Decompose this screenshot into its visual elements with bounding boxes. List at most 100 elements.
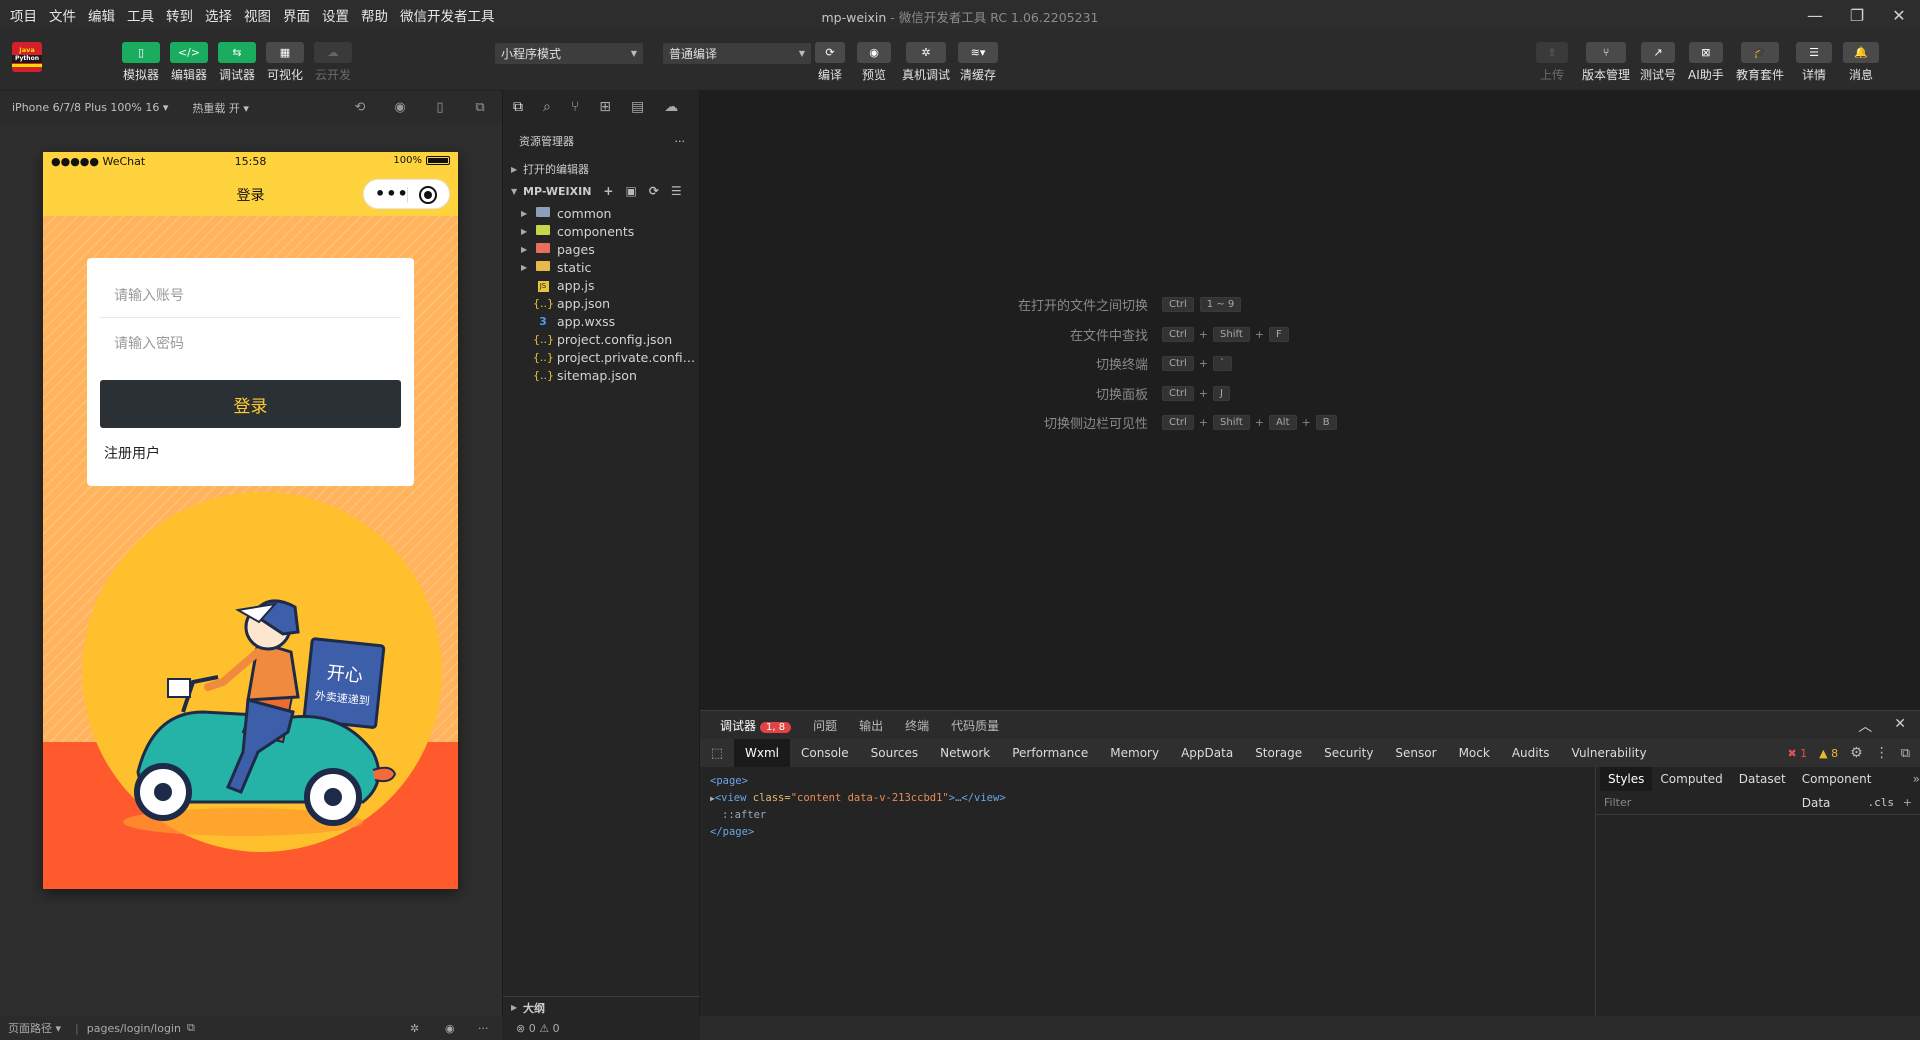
devtools-tab[interactable]: Memory xyxy=(1099,739,1170,767)
cls-button[interactable]: .cls xyxy=(1868,796,1895,809)
styles-tab[interactable]: Computed xyxy=(1652,767,1730,791)
devtools-tab[interactable]: Console xyxy=(790,739,860,767)
project-section[interactable]: ▼ MP-WEIXIN + ▣ ⟳ ☰ xyxy=(503,180,701,202)
devtools-tab[interactable]: Network xyxy=(929,739,1001,767)
styles-tab[interactable]: Component Data xyxy=(1794,767,1907,810)
debugger-button[interactable]: ⇆ 调试器 xyxy=(218,42,256,83)
menu-item[interactable]: 设置 xyxy=(322,5,349,25)
devtools-tab[interactable]: Wxml xyxy=(734,739,790,767)
devtools-tab[interactable]: Storage xyxy=(1244,739,1313,767)
source-control-icon[interactable]: ⑂ xyxy=(571,99,579,115)
menu-item[interactable]: 视图 xyxy=(244,5,271,25)
test-account-button[interactable]: ↗ 测试号 xyxy=(1640,42,1676,83)
panel-tab[interactable]: 代码质量 xyxy=(951,717,999,734)
devtools-tab[interactable]: Security xyxy=(1313,739,1384,767)
phone-frame-icon[interactable]: ▯ xyxy=(432,100,448,116)
menu-item[interactable]: 选择 xyxy=(205,5,232,25)
search-icon[interactable]: ⌕ xyxy=(543,99,551,115)
password-input[interactable]: 请输入密码 xyxy=(100,320,401,366)
panel-tab[interactable]: 输出 xyxy=(859,717,883,734)
close-panel-icon[interactable]: ✕ xyxy=(1894,716,1906,736)
devtools-tab[interactable]: Audits xyxy=(1501,739,1561,767)
messages-button[interactable]: 🔔 消息 xyxy=(1843,42,1879,83)
inspect-element-icon[interactable]: ⬚ xyxy=(700,746,734,761)
devtools-tab[interactable]: Vulnerability xyxy=(1561,739,1658,767)
refresh-icon[interactable]: ⟳ xyxy=(649,184,659,198)
register-link[interactable]: 注册用户 xyxy=(104,443,160,463)
visual-button[interactable]: ▦ 可视化 xyxy=(266,42,304,83)
devtools-tab[interactable]: AppData xyxy=(1170,739,1244,767)
more-tabs-icon[interactable]: » xyxy=(1913,772,1920,786)
cloud-button[interactable]: ☁ 云开发 xyxy=(314,42,352,83)
more-icon[interactable]: ··· xyxy=(478,1022,489,1035)
hot-reload-toggle[interactable]: 热重载 开 ▾ xyxy=(192,100,249,116)
upload-button[interactable]: ⇪ 上传 xyxy=(1536,42,1568,83)
clear-cache-button[interactable]: ≋▾ 清缓存 xyxy=(958,42,998,83)
menu-item[interactable]: 帮助 xyxy=(361,5,388,25)
eye-icon[interactable]: ◉ xyxy=(445,1022,455,1035)
devtools-tab[interactable]: Sensor xyxy=(1384,739,1447,767)
menu-item[interactable]: 项目 xyxy=(10,5,37,25)
editor-button[interactable]: </> 编辑器 xyxy=(170,42,208,83)
bug-icon[interactable]: ✲ xyxy=(410,1022,419,1035)
filter-input[interactable]: Filter xyxy=(1604,796,1631,809)
compile-button[interactable]: ⟳ 编译 xyxy=(815,42,845,83)
account-input[interactable]: 请输入账号 xyxy=(100,272,401,318)
preview-button[interactable]: ◉ 预览 xyxy=(857,42,891,83)
page-path-label[interactable]: 页面路径 ▾ xyxy=(8,1020,61,1036)
gear-icon[interactable]: ⚙ xyxy=(1850,745,1863,761)
file-item[interactable]: {..} sitemap.json xyxy=(503,364,701,386)
ai-button[interactable]: ⊠ AI助手 xyxy=(1688,42,1724,83)
wxml-after-pseudo[interactable]: ::after xyxy=(710,807,1006,824)
close-button[interactable]: ✕ xyxy=(1878,0,1920,30)
menu-item[interactable]: 微信开发者工具 xyxy=(400,5,495,25)
wxml-view-node[interactable]: ▶<view class="content data-v-213ccbd1">…… xyxy=(710,790,1006,807)
menu-item[interactable]: 编辑 xyxy=(88,5,115,25)
add-rule-icon[interactable]: + xyxy=(1903,796,1912,809)
devtools-tab[interactable]: Sources xyxy=(860,739,929,767)
simulator-button[interactable]: ▯ 模拟器 xyxy=(122,42,160,83)
detach-window-icon[interactable]: ⧉ xyxy=(472,100,488,116)
maximize-panel-icon[interactable]: ︿ xyxy=(1858,716,1872,736)
compile-select[interactable]: 普通编译 ▼ xyxy=(663,43,811,64)
dock-icon[interactable]: ⧉ xyxy=(1901,746,1910,761)
maximize-button[interactable]: ❐ xyxy=(1836,0,1878,30)
panel-tab[interactable]: 调试器 1, 8 xyxy=(720,717,792,734)
edu-button[interactable]: 🎓 教育套件 xyxy=(1736,42,1784,83)
record-icon[interactable]: ◉ xyxy=(392,100,408,116)
devtools-tab[interactable]: Performance xyxy=(1001,739,1099,767)
new-folder-icon[interactable]: ▣ xyxy=(625,184,636,198)
menu-item[interactable]: 文件 xyxy=(49,5,76,25)
open-editors-section[interactable]: ▶ 打开的编辑器 xyxy=(503,158,701,180)
panel-tab[interactable]: 问题 xyxy=(813,717,837,734)
collapse-icon[interactable]: ☰ xyxy=(671,184,682,198)
menu-item[interactable]: 转到 xyxy=(166,5,193,25)
minimize-button[interactable]: — xyxy=(1794,0,1836,30)
kebab-menu-icon[interactable]: ⋮ xyxy=(1875,745,1889,761)
problems-status[interactable]: ⊗ 0 ⚠ 0 xyxy=(502,1016,700,1040)
new-file-icon[interactable]: + xyxy=(603,184,613,198)
wxml-page-open[interactable]: <page> xyxy=(710,773,1006,790)
details-button[interactable]: ☰ 详情 xyxy=(1796,42,1832,83)
mode-select[interactable]: 小程序模式 ▼ xyxy=(495,43,643,64)
rotate-icon[interactable]: ⟲ xyxy=(352,100,368,116)
version-button[interactable]: ⑂ 版本管理 xyxy=(1582,42,1630,83)
extensions-icon[interactable]: ⊞ xyxy=(599,99,611,115)
error-count[interactable]: ✖ 1 xyxy=(1787,747,1807,760)
more-icon[interactable]: ··· xyxy=(675,135,686,148)
real-debug-button[interactable]: ✲ 真机调试 xyxy=(902,42,950,83)
login-button[interactable]: 登录 xyxy=(100,380,401,428)
styles-tab[interactable]: Dataset xyxy=(1731,767,1794,791)
menu-item[interactable]: 界面 xyxy=(283,5,310,25)
docker-icon[interactable]: ☁ xyxy=(664,99,678,115)
device-select[interactable]: iPhone 6/7/8 Plus 100% 16 ▾ xyxy=(12,101,168,114)
styles-tab[interactable]: Styles xyxy=(1600,767,1653,791)
menu-item[interactable]: 工具 xyxy=(127,5,154,25)
wxml-page-close[interactable]: </page> xyxy=(710,824,1006,841)
files-icon[interactable]: ⧉ xyxy=(513,99,523,115)
outline-section[interactable]: ▶ 大纲 xyxy=(503,996,701,1018)
copy-icon[interactable]: ⧉ xyxy=(187,1021,195,1035)
warning-count[interactable]: ▲ 8 xyxy=(1819,747,1838,760)
panel-tab[interactable]: 终端 xyxy=(905,717,929,734)
database-icon[interactable]: ▤ xyxy=(631,99,644,115)
